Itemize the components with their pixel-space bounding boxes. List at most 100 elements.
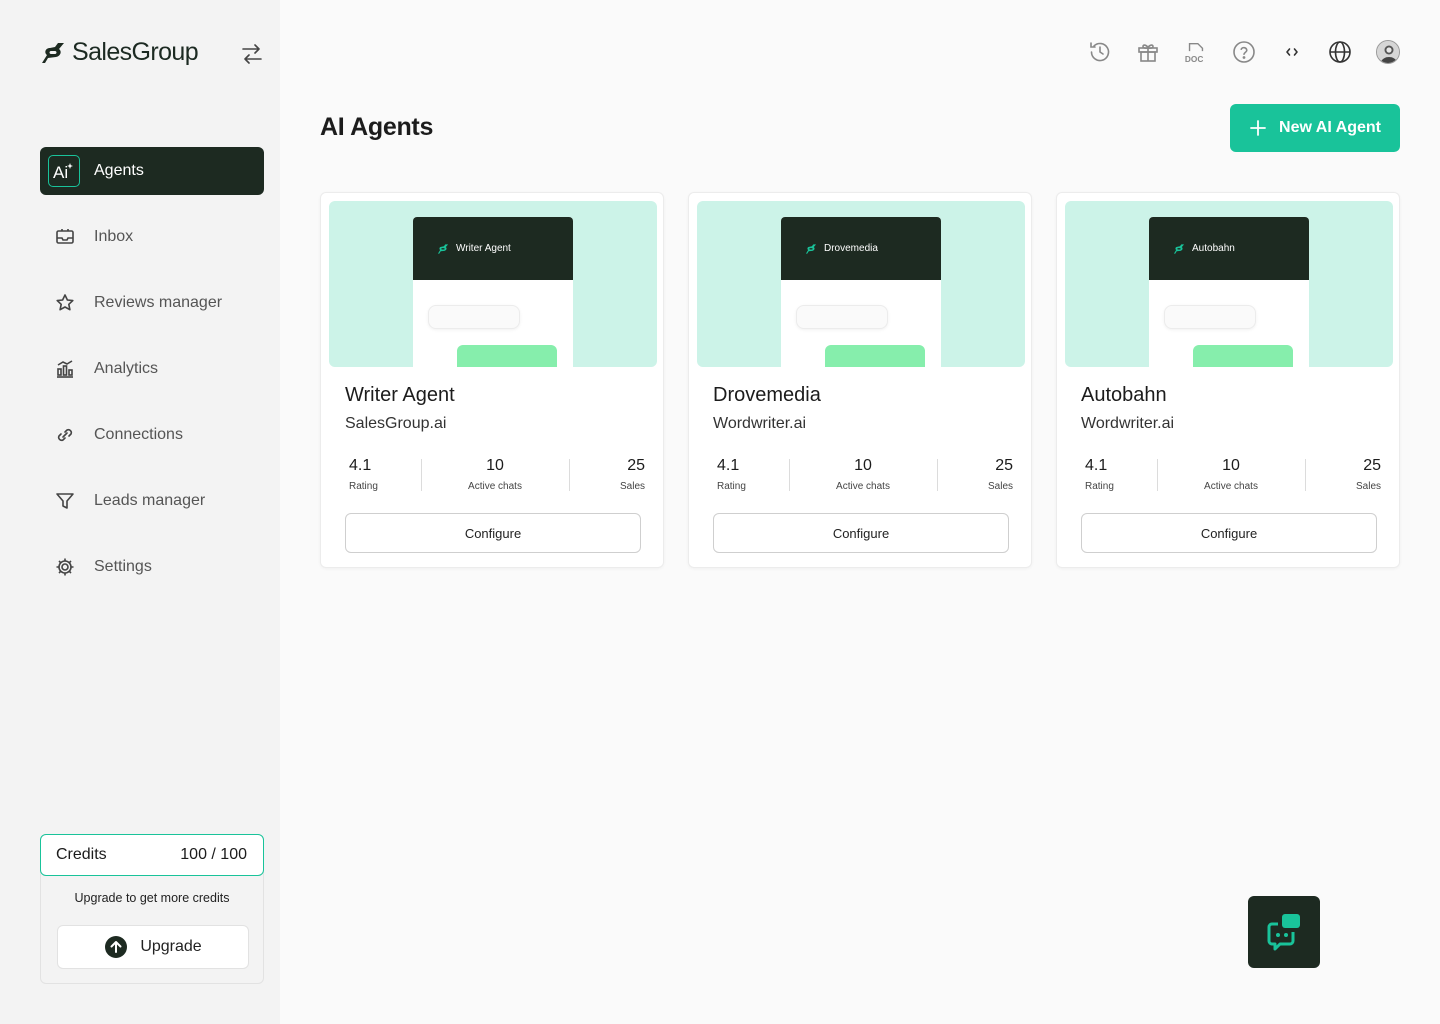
sidebar-item-analytics[interactable]: Analytics bbox=[40, 345, 264, 393]
language-button[interactable] bbox=[1328, 37, 1352, 67]
agent-stats: 4.1 Rating 10 Active chats 25 Sales bbox=[713, 457, 1013, 497]
credits-label: Credits bbox=[56, 846, 107, 863]
globe-icon bbox=[1329, 41, 1351, 63]
gift-icon bbox=[1138, 44, 1158, 62]
chat-bubble bbox=[1164, 305, 1256, 329]
analytics-icon bbox=[54, 358, 76, 380]
stat-sales: 25 Sales bbox=[1356, 457, 1381, 492]
agent-domain: Wordwriter.ai bbox=[1081, 415, 1175, 432]
sidebar-item-label: Reviews manager bbox=[94, 294, 223, 311]
arrow-up-circle-icon bbox=[105, 936, 128, 958]
chat-cta bbox=[825, 345, 925, 367]
agent-card[interactable]: Drovemedia Drovemedia Wordwriter.ai 4.1 … bbox=[688, 192, 1032, 568]
sidebar-item-label: Agents bbox=[94, 162, 144, 179]
chat-cta bbox=[457, 345, 557, 367]
plus-icon bbox=[1250, 120, 1266, 136]
sidebar-item-agents[interactable]: Ai Agents bbox=[40, 147, 264, 195]
sidebar-item-leads-manager[interactable]: Leads manager bbox=[40, 477, 264, 525]
chat-widget-button[interactable] bbox=[1248, 896, 1320, 968]
stat-label: Sales bbox=[619, 481, 645, 492]
credits-value: 100 / 100 bbox=[180, 846, 247, 863]
chat-bubble bbox=[428, 305, 520, 329]
stat-label: Active chats bbox=[468, 481, 522, 492]
stat-sales: 25 Sales bbox=[620, 457, 645, 492]
stat-value: 10 bbox=[486, 457, 504, 474]
sidebar-item-settings[interactable]: Settings bbox=[40, 543, 264, 591]
stat-sales: 25 Sales bbox=[988, 457, 1013, 492]
sidebar: SalesGroup Ai Agents Inbox Reviews manag… bbox=[0, 0, 280, 1024]
stat-divider bbox=[569, 459, 570, 491]
agent-card[interactable]: Writer Agent Writer Agent SalesGroup.ai … bbox=[320, 192, 664, 568]
collapse-sidebar-button[interactable] bbox=[238, 40, 266, 68]
stat-active-chats: 10 Active chats bbox=[345, 457, 645, 492]
sidebar-item-label: Leads manager bbox=[94, 492, 206, 509]
chat-widget-mock: Drovemedia bbox=[781, 217, 941, 367]
doc-icon: DOC bbox=[1185, 43, 1203, 64]
sidebar-item-reviews-manager[interactable]: Reviews manager bbox=[40, 279, 264, 327]
code-icon bbox=[1286, 48, 1298, 56]
agent-domain: SalesGroup.ai bbox=[345, 415, 447, 432]
chat-widget-header: Writer Agent bbox=[413, 217, 573, 280]
link-icon bbox=[54, 424, 76, 446]
stat-value: 25 bbox=[627, 457, 645, 474]
stat-label: Active chats bbox=[836, 481, 890, 492]
agent-name: Autobahn bbox=[1081, 384, 1167, 406]
swap-arrows-icon bbox=[242, 44, 262, 64]
preview-title: Drovemedia bbox=[824, 243, 878, 254]
sidebar-item-label: Connections bbox=[94, 426, 183, 443]
credits-panel: Credits 100 / 100 Upgrade to get more cr… bbox=[40, 834, 264, 984]
agent-domain: Wordwriter.ai bbox=[713, 415, 807, 432]
inbox-icon bbox=[54, 226, 76, 248]
chat-bubble bbox=[796, 305, 888, 329]
history-icon bbox=[1090, 42, 1110, 62]
agent-preview: Writer Agent bbox=[329, 201, 657, 367]
credits-header: Credits 100 / 100 bbox=[40, 834, 264, 876]
logo[interactable]: SalesGroup bbox=[40, 38, 199, 67]
svg-text:DOC: DOC bbox=[1185, 54, 1203, 64]
stat-value: 25 bbox=[995, 457, 1013, 474]
sidebar-item-inbox[interactable]: Inbox bbox=[40, 213, 264, 261]
top-toolbar: DOC bbox=[1088, 37, 1400, 67]
logo-icon bbox=[1173, 243, 1185, 254]
credits-note: Upgrade to get more credits bbox=[74, 891, 230, 905]
upgrade-button[interactable]: Upgrade bbox=[57, 925, 249, 969]
gift-button[interactable] bbox=[1136, 37, 1160, 67]
sidebar-nav: Ai Agents Inbox Reviews manager Analytic… bbox=[40, 147, 264, 609]
configure-button[interactable]: Configure bbox=[713, 513, 1009, 553]
history-button[interactable] bbox=[1088, 37, 1112, 67]
chat-cta bbox=[1193, 345, 1293, 367]
stat-divider bbox=[1305, 459, 1306, 491]
filter-icon bbox=[54, 490, 76, 512]
new-ai-agent-label: New AI Agent bbox=[1279, 119, 1381, 136]
chat-widget-header: Drovemedia bbox=[781, 217, 941, 280]
code-button[interactable] bbox=[1280, 37, 1304, 67]
logo-icon bbox=[437, 243, 449, 254]
star-icon bbox=[54, 292, 76, 314]
svg-text:Ai: Ai bbox=[53, 163, 68, 181]
gear-icon bbox=[54, 556, 76, 578]
user-menu[interactable] bbox=[1376, 37, 1400, 67]
docs-button[interactable]: DOC bbox=[1184, 37, 1208, 67]
configure-button[interactable]: Configure bbox=[1081, 513, 1377, 553]
sidebar-item-connections[interactable]: Connections bbox=[40, 411, 264, 459]
configure-button[interactable]: Configure bbox=[345, 513, 641, 553]
logo-text: SalesGroup bbox=[72, 38, 199, 66]
agent-card[interactable]: Autobahn Autobahn Wordwriter.ai 4.1 Rati… bbox=[1056, 192, 1400, 568]
stat-label: Sales bbox=[987, 481, 1013, 492]
stat-active-chats: 10 Active chats bbox=[1081, 457, 1381, 492]
ai-icon: Ai bbox=[48, 155, 80, 187]
stat-value: 25 bbox=[1363, 457, 1381, 474]
help-button[interactable] bbox=[1232, 37, 1256, 67]
stat-label: Sales bbox=[1355, 481, 1381, 492]
stat-divider bbox=[937, 459, 938, 491]
agent-preview: Drovemedia bbox=[697, 201, 1025, 367]
stat-active-chats: 10 Active chats bbox=[713, 457, 1013, 492]
agent-preview: Autobahn bbox=[1065, 201, 1393, 367]
sidebar-item-label: Analytics bbox=[94, 360, 159, 377]
preview-title: Writer Agent bbox=[456, 243, 511, 254]
new-ai-agent-button[interactable]: New AI Agent bbox=[1230, 104, 1400, 152]
agent-stats: 4.1 Rating 10 Active chats 25 Sales bbox=[345, 457, 645, 497]
sidebar-item-label: Settings bbox=[94, 558, 152, 575]
stat-value: 10 bbox=[854, 457, 872, 474]
logo-icon bbox=[805, 243, 817, 254]
